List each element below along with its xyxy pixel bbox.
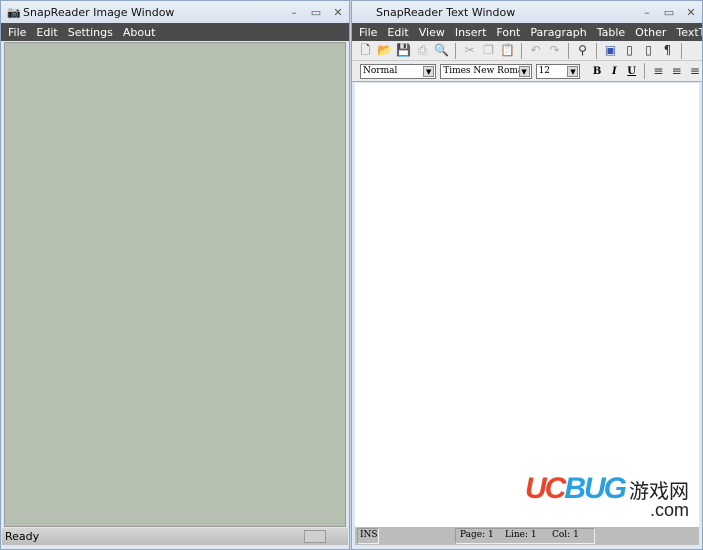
menu-texttospeech[interactable]: TextToSp — [671, 26, 702, 39]
size-value: 12 — [538, 66, 551, 76]
menu-settings[interactable]: Settings — [63, 26, 118, 39]
bold-button[interactable]: B — [590, 66, 603, 77]
status-panel — [304, 530, 326, 543]
format-bar: Normal ▼ Times New Roman ▼ 12 ▼ B I U ≡ ≡ ≡ — [352, 61, 702, 82]
paste-icon[interactable]: 📋 — [500, 43, 515, 58]
redo-icon[interactable]: ↷ — [547, 43, 562, 58]
title-bar: SnapReader Text Window – ▭ ✕ — [352, 1, 702, 23]
menu-bar: File Edit Settings About — [1, 23, 349, 41]
menu-file[interactable]: File — [354, 26, 382, 39]
undo-icon[interactable]: ↶ — [528, 43, 543, 58]
divider — [644, 63, 646, 79]
menu-paragraph[interactable]: Paragraph — [525, 26, 591, 39]
close-button[interactable]: ✕ — [680, 6, 702, 19]
style-select[interactable]: Normal ▼ — [360, 63, 437, 79]
page-icon[interactable]: ▯ — [622, 43, 637, 58]
align-right-icon[interactable]: ≡ — [688, 64, 702, 79]
divider — [596, 42, 597, 59]
font-select[interactable]: Times New Roman ▼ — [440, 63, 532, 79]
camera-icon: 📷 — [7, 5, 21, 19]
window-title: SnapReader Image Window — [23, 5, 175, 19]
image-area[interactable] — [4, 42, 346, 527]
page-number-icon[interactable]: ▯ — [641, 43, 656, 58]
menu-file[interactable]: File — [3, 26, 31, 39]
menu-edit[interactable]: Edit — [31, 26, 62, 39]
menu-about[interactable]: About — [118, 26, 161, 39]
text-window: SnapReader Text Window – ▭ ✕ File Edit V… — [351, 0, 703, 550]
divider — [568, 42, 569, 59]
status-bar: Ready — [2, 528, 348, 545]
menu-edit[interactable]: Edit — [382, 26, 413, 39]
style-value: Normal — [363, 66, 398, 76]
minimize-button[interactable]: – — [283, 6, 305, 19]
line-indicator: Line: 1 — [505, 530, 537, 540]
save-icon[interactable]: 💾 — [396, 43, 411, 58]
italic-button[interactable]: I — [608, 66, 621, 77]
divider — [455, 42, 456, 59]
minimize-button[interactable]: – — [636, 6, 658, 19]
status-text: Ready — [5, 530, 40, 543]
insert-mode: INS — [360, 530, 378, 540]
copy-icon[interactable]: ❐ — [481, 43, 496, 58]
find-icon[interactable]: ⚲ — [575, 43, 590, 58]
align-center-icon[interactable]: ≡ — [670, 64, 684, 79]
status-bar: INS Page: 1 Line: 1 Col: 1 — [355, 527, 699, 545]
document-editor[interactable]: UCBUG 游戏网 .com — [355, 83, 699, 527]
insert-object-icon[interactable]: ▣ — [603, 43, 618, 58]
divider — [521, 42, 522, 59]
menu-bar: File Edit View Insert Font Paragraph Tab… — [352, 23, 702, 41]
chevron-down-icon: ▼ — [423, 65, 435, 77]
menu-table[interactable]: Table — [592, 26, 630, 39]
watermark-logo: UCBUG 游戏网 .com — [524, 472, 689, 520]
maximize-button[interactable]: ▭ — [658, 6, 680, 19]
align-left-icon[interactable]: ≡ — [651, 64, 665, 79]
size-select[interactable]: 12 ▼ — [535, 63, 581, 79]
page-indicator: Page: 1 — [460, 530, 494, 540]
font-value: Times New Roman — [443, 66, 530, 76]
title-bar: 📷 SnapReader Image Window – ▭ ✕ — [1, 1, 349, 23]
maximize-button[interactable]: ▭ — [305, 6, 327, 19]
toolbar: 🗋 📂 💾 ⎙ 🔍 ✂ ❐ 📋 ↶ ↷ ⚲ ▣ ▯ ▯ ¶ — [352, 41, 702, 61]
menu-insert[interactable]: Insert — [450, 26, 492, 39]
divider — [681, 42, 682, 59]
new-icon[interactable]: 🗋 — [358, 43, 373, 58]
print-preview-icon[interactable]: 🔍 — [434, 43, 449, 58]
image-window: 📷 SnapReader Image Window – ▭ ✕ File Edi… — [0, 0, 350, 550]
chevron-down-icon: ▼ — [567, 65, 579, 77]
cut-icon[interactable]: ✂ — [462, 43, 477, 58]
close-button[interactable]: ✕ — [327, 6, 349, 19]
menu-view[interactable]: View — [414, 26, 450, 39]
pilcrow-icon[interactable]: ¶ — [660, 43, 675, 58]
menu-other[interactable]: Other — [630, 26, 671, 39]
col-indicator: Col: 1 — [552, 530, 579, 540]
open-icon[interactable]: 📂 — [377, 43, 392, 58]
chevron-down-icon: ▼ — [518, 65, 530, 77]
print-icon[interactable]: ⎙ — [415, 43, 430, 58]
menu-font[interactable]: Font — [491, 26, 525, 39]
underline-button[interactable]: U — [625, 66, 638, 77]
window-title: SnapReader Text Window — [376, 5, 516, 19]
